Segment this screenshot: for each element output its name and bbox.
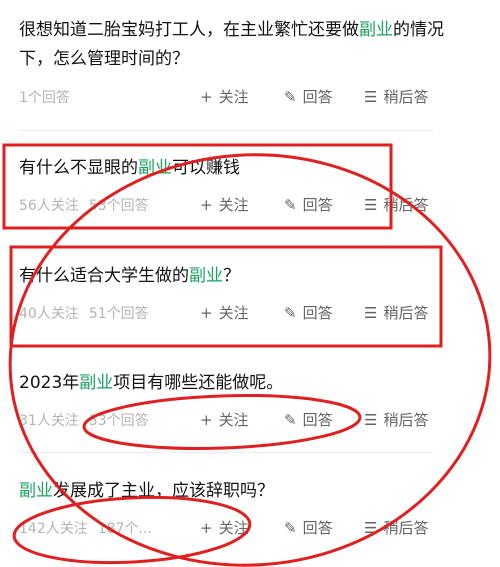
- question-meta: 40人关注 51个回答: [19, 303, 149, 323]
- answer-later-button[interactable]: ☰ 稍后答: [364, 409, 428, 430]
- divider: [19, 130, 433, 131]
- plus-icon: +: [200, 195, 213, 214]
- keyword-highlight: 副业: [138, 158, 172, 178]
- edit-icon: ✎: [284, 410, 297, 429]
- list-icon: ☰: [364, 87, 378, 106]
- follow-button[interactable]: + 关注: [200, 409, 284, 430]
- question-meta: 1个回答: [19, 87, 70, 107]
- question-meta: 31人关注 53个回答: [19, 410, 149, 430]
- follower-count: 56人关注: [19, 198, 79, 214]
- question-title[interactable]: 很想知道二胎宝妈打工人，在主业繁忙还要做副业的情况下，怎么管理时间的？: [19, 16, 460, 74]
- answer-count: 51个回答: [88, 306, 149, 322]
- plus-icon: +: [200, 410, 213, 429]
- list-icon: ☰: [364, 303, 378, 322]
- edit-icon: ✎: [284, 518, 297, 537]
- answer-count: 1个回答: [19, 90, 70, 106]
- follower-count: 40人关注: [19, 306, 79, 322]
- answer-later-button[interactable]: ☰ 稍后答: [364, 86, 428, 107]
- plus-icon: +: [200, 87, 213, 106]
- list-icon: ☰: [364, 195, 378, 214]
- question-meta: 142人关注 187个...: [19, 518, 152, 538]
- question-title[interactable]: 有什么不显眼的副业可以赚钱: [19, 154, 460, 183]
- keyword-highlight: 副业: [19, 481, 53, 501]
- follow-button[interactable]: + 关注: [200, 302, 284, 323]
- answer-button[interactable]: ✎ 回答: [284, 409, 364, 430]
- answer-later-button[interactable]: ☰ 稍后答: [364, 194, 428, 215]
- follow-button[interactable]: + 关注: [200, 194, 284, 215]
- question-actions: + 关注 ✎ 回答 ☰ 稍后答: [200, 194, 428, 215]
- answer-later-button[interactable]: ☰ 稍后答: [364, 517, 428, 538]
- question-actions: + 关注 ✎ 回答 ☰ 稍后答: [200, 409, 428, 430]
- question-actions: + 关注 ✎ 回答 ☰ 稍后答: [200, 302, 428, 323]
- answer-button[interactable]: ✎ 回答: [284, 194, 364, 215]
- keyword-highlight: 副业: [359, 20, 393, 40]
- follower-count: 142人关注: [19, 521, 88, 537]
- list-icon: ☰: [364, 410, 378, 429]
- question-meta: 56人关注 53个回答: [19, 195, 149, 215]
- answer-button[interactable]: ✎ 回答: [284, 302, 364, 323]
- answer-later-button[interactable]: ☰ 稍后答: [364, 302, 428, 323]
- question-actions: + 关注 ✎ 回答 ☰ 稍后答: [200, 86, 428, 107]
- answer-button[interactable]: ✎ 回答: [284, 86, 364, 107]
- question-title[interactable]: 有什么适合大学生做的副业？: [19, 262, 460, 291]
- question-title[interactable]: 副业发展成了主业，应该辞职吗？: [19, 477, 460, 506]
- answer-button[interactable]: ✎ 回答: [284, 517, 364, 538]
- edit-icon: ✎: [284, 303, 297, 322]
- edit-icon: ✎: [284, 87, 297, 106]
- question-title[interactable]: 2023年副业项目有哪些还能做呢。: [19, 369, 460, 398]
- list-icon: ☰: [364, 518, 378, 537]
- plus-icon: +: [200, 303, 213, 322]
- answer-count: 53个回答: [88, 413, 149, 429]
- follow-button[interactable]: + 关注: [200, 86, 284, 107]
- answer-count: 53个回答: [88, 198, 149, 214]
- plus-icon: +: [200, 518, 213, 537]
- edit-icon: ✎: [284, 195, 297, 214]
- answer-count: 187个...: [97, 521, 152, 537]
- keyword-highlight: 副业: [79, 373, 114, 393]
- divider: [19, 345, 433, 346]
- follow-button[interactable]: + 关注: [200, 517, 284, 538]
- follower-count: 31人关注: [19, 413, 79, 429]
- question-actions: + 关注 ✎ 回答 ☰ 稍后答: [200, 517, 428, 538]
- divider: [19, 452, 433, 453]
- keyword-highlight: 副业: [189, 266, 223, 286]
